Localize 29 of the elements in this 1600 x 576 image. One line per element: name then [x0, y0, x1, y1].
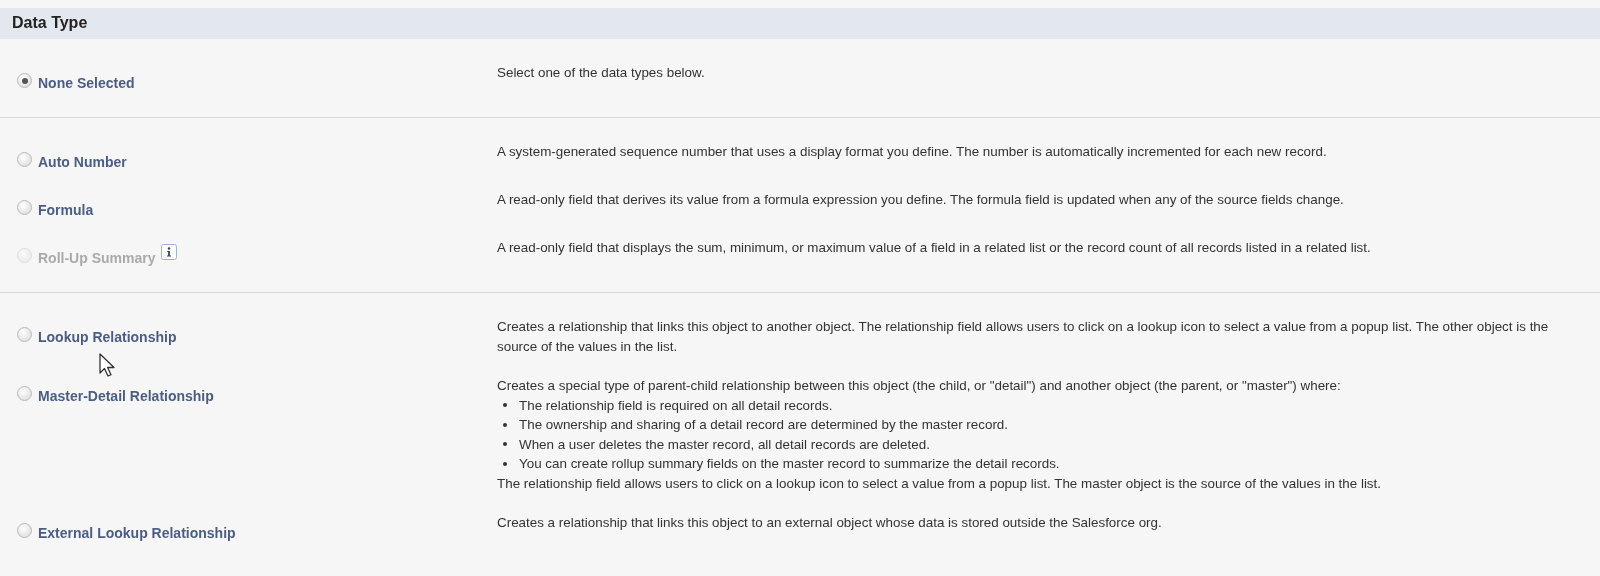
radio-button[interactable]	[17, 152, 32, 167]
bullet-icon	[503, 461, 507, 466]
radio-button[interactable]	[17, 73, 32, 88]
radio-button[interactable]	[17, 327, 32, 342]
bullet-text: The relationship field is required on all detail records.	[519, 396, 833, 415]
bullet-icon	[503, 422, 507, 427]
radio-button[interactable]	[17, 386, 32, 401]
description-text: Creates a special type of parent-child relationship between this object (the child, or "detail") and another object (the parent, or "master") where:	[497, 377, 1342, 395]
description-text: A read-only field that displays the sum, minimum, or maximum value of a field in a related list or the record count of all records listed in a related list.	[497, 239, 1372, 257]
bullet-icon	[503, 403, 507, 408]
bullet-text: The ownership and sharing of a detail record are determined by the master record.	[519, 416, 1009, 434]
section-header: Data Type	[0, 8, 1600, 39]
option-label[interactable]: None Selected	[38, 75, 135, 91]
option-label[interactable]: External Lookup Relationship	[38, 525, 236, 541]
bullet-text: When a user deletes the master record, all detail records are deleted.	[519, 435, 930, 454]
description-text: The relationship field allows users to click on a lookup icon to select a value from a popup list. The master object is the source of the values in the list.	[497, 474, 1382, 493]
option-label[interactable]: Master-Detail Relationship	[38, 388, 214, 404]
option-label[interactable]: Formula	[38, 202, 94, 218]
option-label[interactable]: Lookup Relationship	[38, 329, 177, 345]
option-label[interactable]: Auto Number	[38, 154, 127, 170]
description-text: Creates a relationship that links this object to another object. The relationship field allows users to click on a lookup icon to select a value from a popup list. The other object is the source of the values in the list.	[497, 318, 1550, 356]
description-text: Creates a relationship that links this object to an external object whose data is stored outside the Salesforce org.	[497, 514, 1163, 532]
description-text: Select one of the data types below.	[497, 64, 706, 82]
description-text: A system-generated sequence number that uses a display format you define. The number is automatically incremented for each new record.	[497, 143, 1328, 161]
radio-button[interactable]	[17, 200, 32, 215]
bullet-icon	[503, 442, 507, 447]
radio-button[interactable]	[17, 523, 32, 538]
bullet-text: You can create rollup summary fields on the master record to summarize the detail records.	[519, 455, 1060, 473]
description-text: A read-only field that derives its value from a formula expression you define. The formula field is updated when any of the source fields change.	[497, 191, 1345, 209]
